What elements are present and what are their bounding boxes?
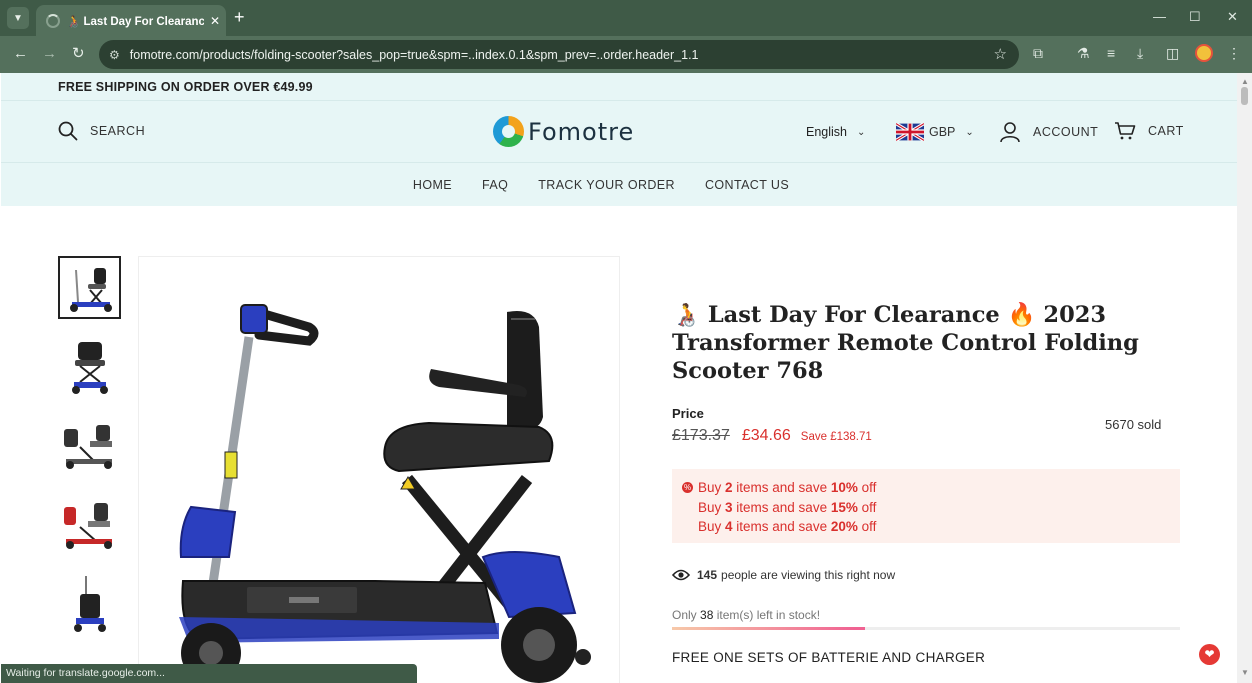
chevron-down-icon: ⌄ <box>965 126 974 138</box>
minimize-icon[interactable]: — <box>1153 9 1166 24</box>
scroll-down-icon[interactable]: ▼ <box>1241 668 1249 677</box>
stock-progress-fill <box>672 627 866 630</box>
side-panel-icon[interactable]: ◫ <box>1166 45 1179 62</box>
site-info-icon[interactable]: ⚙ <box>109 48 120 62</box>
scooter-folding-image <box>63 424 112 469</box>
sale-price: £34.66 <box>741 427 791 444</box>
browser-toolbar: ← → ↻ ⚙ fomotre.com/products/folding-sco… <box>0 36 1252 73</box>
site-header: SEARCH Fomotre English ⌄ GBP ⌄ ACCOUNT C… <box>1 101 1237 163</box>
logo-mark-icon <box>493 116 524 147</box>
window-close-icon[interactable]: ✕ <box>1227 9 1238 25</box>
bundle-offer: Buy 4 items and save 20% off <box>698 519 877 534</box>
viewing-text: people are viewing this right now <box>721 568 896 582</box>
product-thumbnail[interactable] <box>58 256 121 319</box>
scooter-rear-image <box>71 341 108 394</box>
thumbnail-gallery <box>58 256 121 651</box>
stock-progress-bar <box>672 627 1180 630</box>
account-link[interactable]: ACCOUNT <box>999 121 1098 143</box>
new-tab-icon[interactable]: + <box>234 8 245 26</box>
product-title: 🧑‍🦽 Last Day For Clearance 🔥 2023 Transf… <box>672 302 1139 384</box>
account-label: ACCOUNT <box>1033 125 1099 139</box>
reading-list-icon[interactable]: ≡ <box>1107 45 1115 61</box>
announcement-bar: FREE SHIPPING ON ORDER OVER €49.99 <box>1 73 1237 101</box>
profile-avatar[interactable] <box>1195 44 1213 62</box>
nav-home[interactable]: HOME <box>413 178 452 192</box>
forward-icon[interactable]: → <box>42 45 57 63</box>
search-icon <box>58 121 78 141</box>
sold-count: 5670 sold <box>1105 417 1162 432</box>
product-thumbnail[interactable] <box>58 493 121 556</box>
product-thumbnail[interactable] <box>58 572 121 635</box>
extensions-icon[interactable]: ⧉ <box>1033 45 1043 62</box>
uk-flag-icon <box>896 123 924 141</box>
bundle-offer: % Buy 2 items and save 10% off <box>682 480 877 495</box>
logo-text: Fomotre <box>528 117 635 146</box>
page-scrollbar[interactable]: ▲ ▼ <box>1237 73 1252 683</box>
url-text[interactable]: fomotre.com/products/folding-scooter?sal… <box>130 48 699 62</box>
browser-tab-strip: ▼ 🧑‍🦽 Last Day For Clearance🔥 20 ✕ + — ☐… <box>0 0 1252 36</box>
scooter-folded-image <box>73 575 106 632</box>
bundle-offer: Buy 3 items and save 15% off <box>698 499 877 515</box>
account-user-icon <box>1000 122 1020 143</box>
chevron-down-icon: ⌄ <box>857 126 866 138</box>
viewers-notice: 145 people are viewing this right now <box>672 568 1182 582</box>
free-gift-text: FREE ONE SETS OF BATTERIE AND CHARGER <box>672 650 986 665</box>
web-page: FREE SHIPPING ON ORDER OVER €49.99 SEARC… <box>1 73 1237 683</box>
cart-link[interactable]: CART <box>1114 121 1184 141</box>
loading-spinner-icon <box>46 13 60 28</box>
bookmark-star-icon[interactable]: ☆ <box>994 45 1007 63</box>
scooter-red-image <box>63 502 112 549</box>
product-thumbnail[interactable] <box>58 335 121 398</box>
back-icon[interactable]: ← <box>13 45 28 63</box>
download-icon[interactable]: ⤓ <box>1137 45 1143 62</box>
cart-icon <box>1115 122 1136 140</box>
scooter-side-image <box>69 267 112 312</box>
search-label: SEARCH <box>90 124 146 138</box>
nav-contact-us[interactable]: CONTACT US <box>705 178 789 192</box>
browser-menu-icon[interactable]: ⋮ <box>1227 45 1241 62</box>
currency-label: GBP <box>929 125 956 139</box>
language-selector[interactable]: English ⌄ <box>806 125 865 139</box>
price-row: £173.37 £34.66 Save £138.71 5670 sold <box>672 417 1182 451</box>
bundle-offers: % Buy 2 items and save 10% off Buy 3 ite… <box>672 469 1180 543</box>
viewer-count: 145 <box>697 568 718 582</box>
stock-count: 38 <box>700 608 714 622</box>
labs-flask-icon[interactable]: ⚗ <box>1077 45 1090 62</box>
tab-title: 🧑‍🦽 Last Day For Clearance🔥 20 <box>66 15 204 28</box>
eye-icon <box>672 569 690 581</box>
product-thumbnail[interactable] <box>58 414 121 477</box>
folding-scooter-image <box>179 304 591 683</box>
reload-icon[interactable]: ↻ <box>72 45 85 63</box>
search-button[interactable]: SEARCH <box>58 121 145 141</box>
nav-track-order[interactable]: TRACK YOUR ORDER <box>538 178 675 192</box>
nav-faq[interactable]: FAQ <box>482 178 508 192</box>
chat-widget-icon[interactable]: ❤ <box>1199 644 1220 665</box>
language-label: English <box>806 125 847 139</box>
currency-selector[interactable]: GBP ⌄ <box>896 123 974 141</box>
browser-status-bar: Waiting for translate.google.com... <box>1 664 417 683</box>
cart-label: CART <box>1148 124 1184 138</box>
savings-text: Save £138.71 <box>800 431 872 443</box>
scrollbar-thumb[interactable] <box>1241 87 1248 105</box>
scroll-up-icon[interactable]: ▲ <box>1241 77 1249 86</box>
product-main-image[interactable] <box>138 256 620 683</box>
original-price: £173.37 <box>672 427 730 444</box>
discount-badge-icon: % <box>682 482 693 493</box>
browser-tab-active[interactable]: 🧑‍🦽 Last Day For Clearance🔥 20 ✕ <box>36 5 226 36</box>
maximize-icon[interactable]: ☐ <box>1189 9 1201 25</box>
product-info: 🧑‍🦽 Last Day For Clearance 🔥 2023 Transf… <box>672 301 1182 665</box>
main-navigation: HOME FAQ TRACK YOUR ORDER CONTACT US <box>1 163 1237 206</box>
tab-close-icon[interactable]: ✕ <box>210 14 220 28</box>
site-logo[interactable]: Fomotre <box>493 116 634 147</box>
address-bar[interactable]: ⚙ fomotre.com/products/folding-scooter?s… <box>99 40 1019 69</box>
stock-notice: Only 38 item(s) left in stock! <box>672 608 821 622</box>
tab-search-icon[interactable]: ▼ <box>7 7 29 29</box>
